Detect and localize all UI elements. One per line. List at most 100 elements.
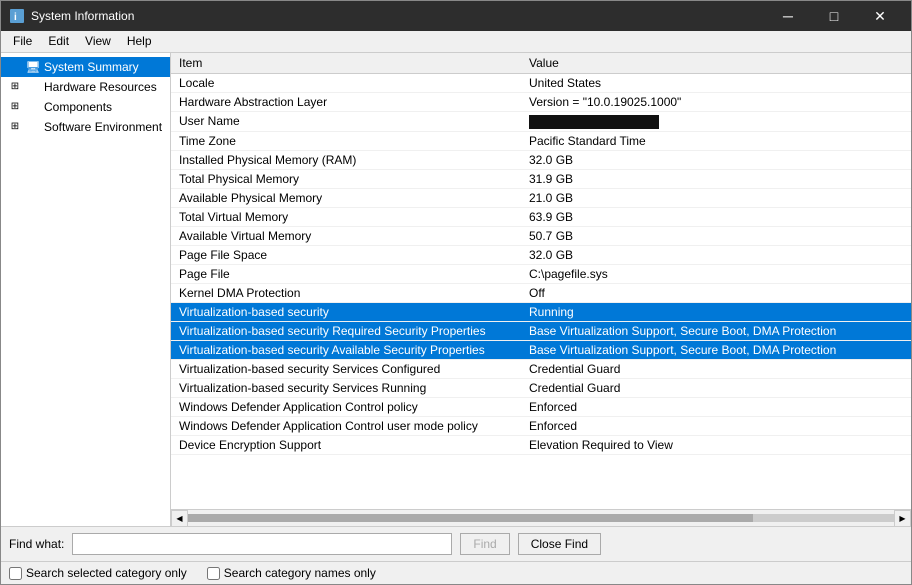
table-cell-item: Total Virtual Memory (171, 207, 521, 226)
table-cell-item: Time Zone (171, 131, 521, 150)
scroll-left-button[interactable]: ◀ (171, 510, 188, 527)
col-header-item: Item (171, 53, 521, 74)
table-cell-value: 31.9 GB (521, 169, 911, 188)
expander-hardware: ⊞ (7, 79, 23, 95)
table-cell-item: Windows Defender Application Control pol… (171, 397, 521, 416)
app-icon: i (9, 8, 25, 24)
sidebar-item-components[interactable]: ⊞ Components (1, 97, 170, 117)
table-cell-value: 32.0 GB (521, 150, 911, 169)
horizontal-scrollbar[interactable]: ◀ ▶ (171, 509, 911, 526)
sidebar-label-system-summary: System Summary (44, 60, 139, 74)
title-bar: i System Information ─ □ ✕ (1, 1, 911, 31)
sidebar-label-components: Components (44, 100, 112, 114)
table-cell-item: Kernel DMA Protection (171, 283, 521, 302)
table-row[interactable]: Page FileC:\pagefile.sys (171, 264, 911, 283)
table-row[interactable]: Installed Physical Memory (RAM)32.0 GB (171, 150, 911, 169)
table-cell-item: Device Encryption Support (171, 435, 521, 454)
sidebar-item-hardware-resources[interactable]: ⊞ Hardware Resources (1, 77, 170, 97)
table-cell-item: Virtualization-based security Services C… (171, 359, 521, 378)
table-row[interactable]: Windows Defender Application Control pol… (171, 397, 911, 416)
search-selected-category-checkbox[interactable] (9, 567, 22, 580)
table-cell-value: Running (521, 302, 911, 321)
components-icon (25, 99, 41, 115)
table-cell-value: 32.0 GB (521, 245, 911, 264)
table-row[interactable]: Virtualization-based securityRunning (171, 302, 911, 321)
table-row[interactable]: Virtualization-based security Available … (171, 340, 911, 359)
table-cell-value: Enforced (521, 416, 911, 435)
table-cell-value: Enforced (521, 397, 911, 416)
table-row[interactable]: Virtualization-based security Services R… (171, 378, 911, 397)
table-row[interactable]: Available Physical Memory21.0 GB (171, 188, 911, 207)
table-cell-value: Credential Guard (521, 359, 911, 378)
table-row[interactable]: LocaleUnited States (171, 73, 911, 92)
table-cell-value: Elevation Required to View (521, 435, 911, 454)
software-icon (25, 119, 41, 135)
table-cell-value (521, 111, 911, 131)
sidebar-item-software-environment[interactable]: ⊞ Software Environment (1, 117, 170, 137)
table-cell-value: 21.0 GB (521, 188, 911, 207)
search-selected-category-label[interactable]: Search selected category only (9, 566, 187, 580)
table-row[interactable]: Total Virtual Memory63.9 GB (171, 207, 911, 226)
minimize-button[interactable]: ─ (765, 1, 811, 31)
expander-system-summary (7, 59, 23, 75)
table-cell-item: Virtualization-based security (171, 302, 521, 321)
table-cell-item: Page File Space (171, 245, 521, 264)
maximize-button[interactable]: □ (811, 1, 857, 31)
table-cell-value: Credential Guard (521, 378, 911, 397)
redacted-value (529, 115, 659, 129)
search-options-row: Search selected category only Search cat… (1, 561, 911, 584)
table-cell-value: C:\pagefile.sys (521, 264, 911, 283)
table-cell-item: Virtualization-based security Available … (171, 340, 521, 359)
table-row[interactable]: Total Physical Memory31.9 GB (171, 169, 911, 188)
search-selected-category-text: Search selected category only (26, 566, 187, 580)
col-header-value: Value (521, 53, 911, 74)
table-row[interactable]: Windows Defender Application Control use… (171, 416, 911, 435)
table-cell-value: Base Virtualization Support, Secure Boot… (521, 340, 911, 359)
table-cell-item: Locale (171, 73, 521, 92)
table-cell-item: Page File (171, 264, 521, 283)
find-input[interactable] (72, 533, 452, 555)
table-row[interactable]: User Name (171, 111, 911, 131)
table-row[interactable]: Hardware Abstraction LayerVersion = "10.… (171, 92, 911, 111)
menu-edit[interactable]: Edit (40, 32, 77, 50)
menu-view[interactable]: View (77, 32, 119, 50)
menu-file[interactable]: File (5, 32, 40, 50)
table-cell-item: User Name (171, 111, 521, 131)
table-row[interactable]: Page File Space32.0 GB (171, 245, 911, 264)
scroll-track[interactable] (188, 514, 894, 522)
find-bar: Find what: Find Close Find (1, 526, 911, 561)
sidebar-label-software: Software Environment (44, 120, 162, 134)
sidebar-item-system-summary[interactable]: 🖥 System Summary (1, 57, 170, 77)
table-row[interactable]: Virtualization-based security Services C… (171, 359, 911, 378)
find-button[interactable]: Find (460, 533, 509, 555)
sidebar-label-hardware: Hardware Resources (44, 80, 157, 94)
table-row[interactable]: Kernel DMA ProtectionOff (171, 283, 911, 302)
table-cell-item: Total Physical Memory (171, 169, 521, 188)
main-container: 🖥 System Summary ⊞ Hardware Resources ⊞ … (1, 53, 911, 584)
menu-help[interactable]: Help (119, 32, 160, 50)
table-row[interactable]: Virtualization-based security Required S… (171, 321, 911, 340)
scroll-right-button[interactable]: ▶ (894, 510, 911, 527)
folder-icon: 🖥 (25, 59, 41, 75)
table-cell-item: Virtualization-based security Required S… (171, 321, 521, 340)
table-row[interactable]: Device Encryption SupportElevation Requi… (171, 435, 911, 454)
left-panel: 🖥 System Summary ⊞ Hardware Resources ⊞ … (1, 53, 171, 526)
table-cell-value: Version = "10.0.19025.1000" (521, 92, 911, 111)
main-window: i System Information ─ □ ✕ File Edit Vie… (0, 0, 912, 585)
content-area: 🖥 System Summary ⊞ Hardware Resources ⊞ … (1, 53, 911, 526)
search-category-names-checkbox[interactable] (207, 567, 220, 580)
table-cell-item: Available Virtual Memory (171, 226, 521, 245)
find-label: Find what: (9, 537, 64, 551)
table-row[interactable]: Available Virtual Memory50.7 GB (171, 226, 911, 245)
table-cell-value: Pacific Standard Time (521, 131, 911, 150)
table-row[interactable]: Time ZonePacific Standard Time (171, 131, 911, 150)
table-cell-value: United States (521, 73, 911, 92)
table-scroll-container[interactable]: Item Value LocaleUnited StatesHardware A… (171, 53, 911, 509)
scroll-thumb[interactable] (188, 514, 753, 522)
close-button[interactable]: ✕ (857, 1, 903, 31)
table-body: LocaleUnited StatesHardware Abstraction … (171, 73, 911, 454)
expander-software: ⊞ (7, 119, 23, 135)
close-find-button[interactable]: Close Find (518, 533, 601, 555)
search-category-names-label[interactable]: Search category names only (207, 566, 376, 580)
table-cell-value: Off (521, 283, 911, 302)
